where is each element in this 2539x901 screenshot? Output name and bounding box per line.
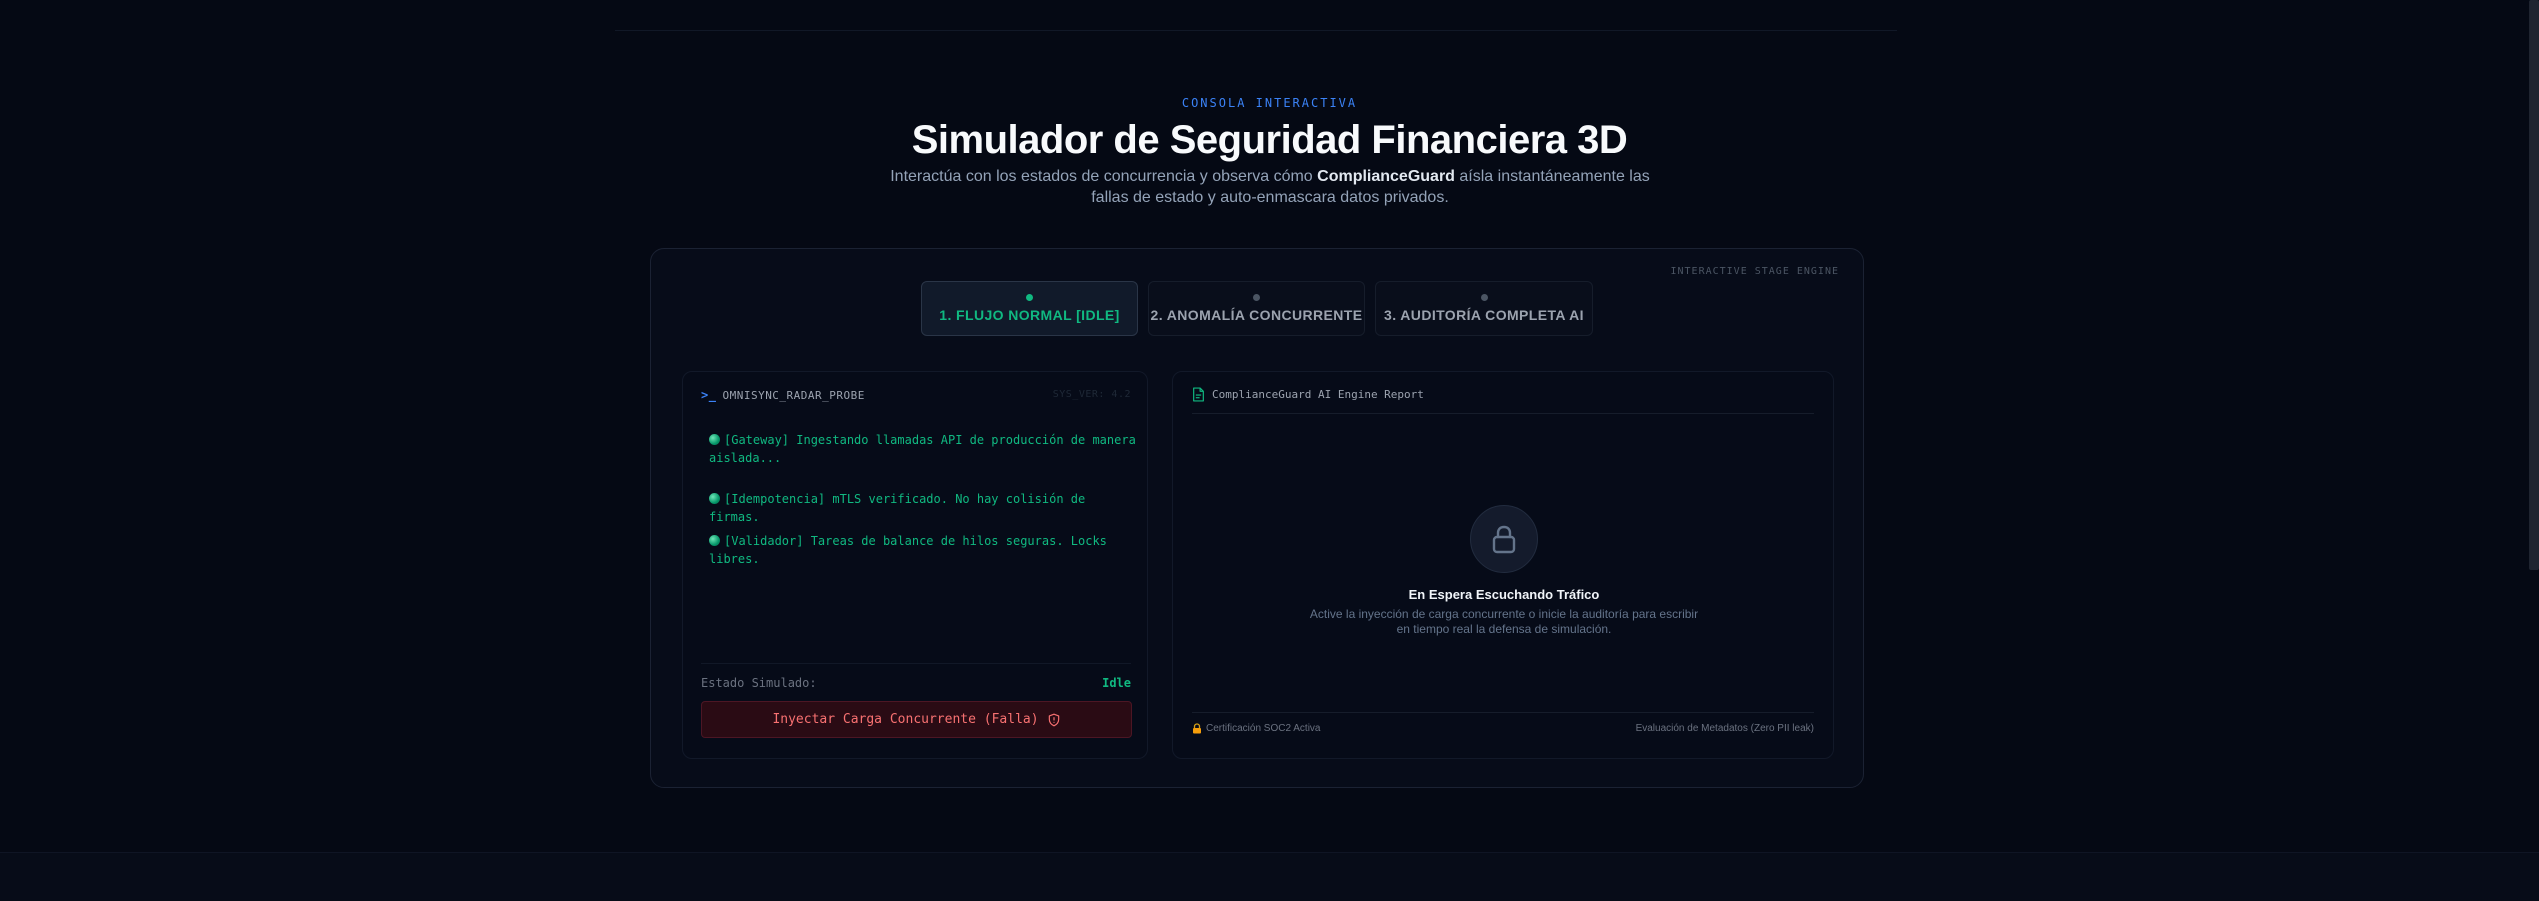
footer-band	[0, 852, 2539, 901]
page-title: Simulador de Seguridad Financiera 3D	[911, 118, 1628, 162]
waiting-title: En Espera Escuchando Tráfico	[1408, 587, 1600, 602]
log-entry: [Validador] Tareas de balance de hilos s…	[709, 532, 1139, 568]
report-title: ComplianceGuard AI Engine Report	[1212, 388, 1424, 401]
log-text: [Validador] Tareas de balance de hilos s…	[709, 534, 1107, 566]
page-subtitle: Interactúa con los estados de concurrenc…	[870, 166, 1670, 208]
subtitle-text-start: Interactúa con los estados de concurrenc…	[890, 168, 1318, 185]
section-eyebrow: CONSOLA INTERACTIVA	[1181, 96, 1358, 110]
tab-concurrent-anomaly[interactable]: 2. ANOMALÍA CONCURRENTE	[1148, 281, 1365, 336]
lock-badge	[1470, 505, 1538, 573]
shield-icon	[1048, 713, 1059, 726]
certification-label: Certificación SOC2 Activa	[1206, 723, 1321, 734]
globe-icon	[709, 493, 720, 504]
top-divider	[615, 30, 1897, 31]
status-dot	[1253, 294, 1260, 301]
log-text: [Gateway] Ingestando llamadas API de pro…	[709, 433, 1136, 465]
log-entry: [Gateway] Ingestando llamadas API de pro…	[709, 431, 1139, 467]
divider	[701, 663, 1131, 664]
stage-engine-tag: INTERACTIVE STAGE ENGINE	[1670, 266, 1839, 277]
waiting-description: Active la inyección de carga concurrente…	[1309, 607, 1699, 636]
terminal-prompt-icon: >_	[701, 388, 717, 402]
simulation-stage: INTERACTIVE STAGE ENGINE 1. FLUJO NORMAL…	[650, 248, 1864, 788]
divider	[1192, 413, 1814, 414]
status-dot	[1480, 294, 1488, 301]
log-text: [Idempotencia] mTLS verificado. No hay c…	[709, 492, 1086, 524]
ai-report-panel: ComplianceGuard AI Engine Report En Espe…	[1172, 371, 1834, 759]
tab-label: 2. ANOMALÍA CONCURRENTE	[1150, 307, 1363, 323]
radar-probe-panel: >_ OMNISYNC_RADAR_PROBE SYS_VER: 4.2 [Ga…	[682, 371, 1148, 759]
inject-button-label: Inyectar Carga Concurrente (Falla)	[772, 712, 1039, 727]
document-icon	[1193, 387, 1204, 402]
subtitle-brand: ComplianceGuard	[1317, 168, 1455, 185]
globe-icon	[709, 535, 720, 546]
tab-normal-flow[interactable]: 1. FLUJO NORMAL [IDLE]	[921, 281, 1138, 336]
globe-icon	[709, 434, 720, 445]
probe-header: >_ OMNISYNC_RADAR_PROBE	[701, 388, 865, 402]
tab-label: 1. FLUJO NORMAL [IDLE]	[939, 307, 1120, 323]
tab-label: 3. AUDITORÍA COMPLETA AI	[1384, 307, 1584, 323]
report-header: ComplianceGuard AI Engine Report	[1192, 387, 1424, 402]
simulated-state-value: Idle	[1102, 676, 1131, 690]
inject-load-button[interactable]: Inyectar Carga Concurrente (Falla)	[701, 701, 1132, 738]
simulated-state-label: Estado Simulado:	[701, 676, 817, 690]
system-version: SYS_VER: 4.2	[1052, 389, 1131, 400]
tab-full-audit[interactable]: 3. AUDITORÍA COMPLETA AI	[1375, 281, 1593, 336]
metadata-evaluation: Evaluación de Metadatos (Zero PII leak)	[1635, 723, 1814, 734]
padlock-icon	[1193, 723, 1201, 734]
status-dot	[1026, 294, 1033, 301]
scrollbar-thumb[interactable]	[2529, 0, 2539, 570]
divider	[1192, 712, 1814, 713]
log-entry: [Idempotencia] mTLS verificado. No hay c…	[709, 490, 1139, 526]
soc2-certification: Certificación SOC2 Activa	[1192, 723, 1321, 734]
probe-title: OMNISYNC_RADAR_PROBE	[722, 388, 865, 402]
lock-icon	[1492, 525, 1516, 554]
